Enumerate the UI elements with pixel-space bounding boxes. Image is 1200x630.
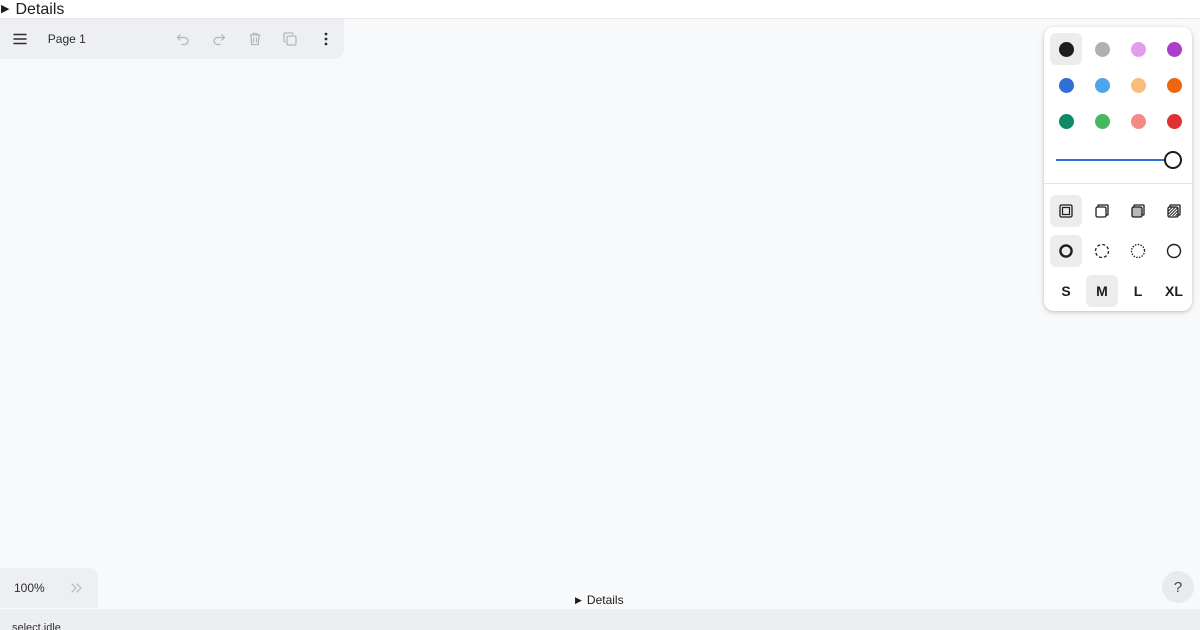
color-light-blue-swatch — [1094, 77, 1110, 93]
opacity-slider-thumb[interactable] — [1164, 151, 1182, 169]
color-light-green-swatch — [1094, 113, 1110, 129]
bottom-details-toggle[interactable]: ▶ Details — [575, 593, 624, 607]
dash-draw-button[interactable] — [1050, 235, 1082, 267]
duplicate-icon — [283, 32, 297, 46]
redo-button[interactable] — [201, 19, 237, 59]
size-options: S M L XL — [1048, 275, 1192, 307]
opacity-slider-track[interactable] — [1056, 159, 1172, 161]
fill-none-icon — [1059, 204, 1073, 218]
color-red-button[interactable] — [1158, 105, 1190, 137]
fill-none-button[interactable] — [1050, 195, 1082, 227]
zoom-level-button[interactable]: 100% — [14, 581, 62, 595]
hamburger-icon — [13, 33, 27, 45]
color-yellow-swatch — [1130, 77, 1146, 93]
color-grey-button[interactable] — [1086, 33, 1118, 65]
color-light-red-button[interactable] — [1122, 105, 1154, 137]
help-button[interactable]: ? — [1162, 571, 1194, 603]
disclosure-triangle-icon: ▶ — [575, 594, 582, 605]
dash-dotted-button[interactable] — [1122, 235, 1154, 267]
size-m-button[interactable]: M — [1086, 275, 1118, 307]
zoom-panel: 100% — [0, 568, 98, 608]
delete-button[interactable] — [237, 19, 273, 59]
undo-button[interactable] — [165, 19, 201, 59]
status-text: select.idle — [12, 622, 61, 630]
dash-dotted-icon — [1130, 243, 1146, 259]
size-xl-button[interactable]: XL — [1158, 275, 1190, 307]
fill-semi-icon — [1095, 204, 1109, 218]
dash-style-options — [1048, 235, 1192, 267]
fill-style-options — [1048, 195, 1192, 227]
color-light-red-swatch — [1130, 113, 1146, 129]
size-xl-label: XL — [1165, 283, 1183, 299]
top-details-toggle[interactable]: ▶ Details — [0, 0, 1200, 19]
color-light-green-button[interactable] — [1086, 105, 1118, 137]
size-l-button[interactable]: L — [1122, 275, 1154, 307]
size-s-button[interactable]: S — [1050, 275, 1082, 307]
hamburger-menu-button[interactable] — [0, 19, 40, 59]
fill-solid-button[interactable] — [1122, 195, 1154, 227]
main-menu-panel: Page 1 — [0, 19, 344, 59]
color-violet-swatch — [1166, 41, 1182, 57]
fill-solid-icon — [1131, 204, 1145, 218]
dash-dashed-icon — [1094, 243, 1110, 259]
dash-solid-icon — [1166, 243, 1182, 259]
style-panel: S M L XL — [1044, 27, 1192, 311]
top-details-label: Details — [15, 0, 65, 18]
color-blue-button[interactable] — [1050, 69, 1082, 101]
color-blue-swatch — [1058, 77, 1074, 93]
color-grey-swatch — [1094, 41, 1110, 57]
dash-solid-button[interactable] — [1158, 235, 1190, 267]
opacity-slider[interactable] — [1056, 151, 1184, 169]
color-red-swatch — [1166, 113, 1182, 129]
color-orange-button[interactable] — [1158, 69, 1190, 101]
fill-semi-button[interactable] — [1086, 195, 1118, 227]
color-black-swatch — [1058, 41, 1074, 57]
dash-draw-icon — [1059, 244, 1073, 258]
size-m-label: M — [1096, 283, 1108, 299]
bottom-details-label: Details — [586, 593, 624, 607]
more-vertical-icon — [324, 32, 328, 46]
chevrons-right-icon — [71, 583, 82, 593]
color-violet-button[interactable] — [1158, 33, 1190, 65]
size-s-label: S — [1061, 283, 1071, 299]
disclosure-triangle-icon: ▶ — [1, 2, 10, 15]
color-light-blue-button[interactable] — [1086, 69, 1118, 101]
color-green-swatch — [1058, 113, 1074, 129]
fill-pattern-button[interactable] — [1158, 195, 1190, 227]
size-l-label: L — [1133, 283, 1143, 299]
color-light-violet-button[interactable] — [1122, 33, 1154, 65]
trash-icon — [249, 32, 261, 46]
color-light-violet-swatch — [1130, 41, 1146, 57]
dash-dashed-button[interactable] — [1086, 235, 1118, 267]
more-actions-button[interactable] — [308, 19, 344, 59]
color-picker — [1048, 31, 1192, 139]
style-panel-divider — [1044, 183, 1192, 184]
status-bar: select.idle — [0, 609, 1200, 630]
color-orange-swatch — [1166, 77, 1182, 93]
color-black-button[interactable] — [1050, 33, 1082, 65]
undo-icon — [176, 34, 189, 46]
duplicate-button[interactable] — [272, 19, 308, 59]
color-yellow-button[interactable] — [1122, 69, 1154, 101]
fill-pattern-icon — [1167, 204, 1181, 218]
redo-icon — [213, 34, 225, 46]
color-green-button[interactable] — [1050, 105, 1082, 137]
toggle-minimap-button[interactable] — [62, 568, 92, 608]
page-name[interactable]: Page 1 — [48, 32, 165, 46]
